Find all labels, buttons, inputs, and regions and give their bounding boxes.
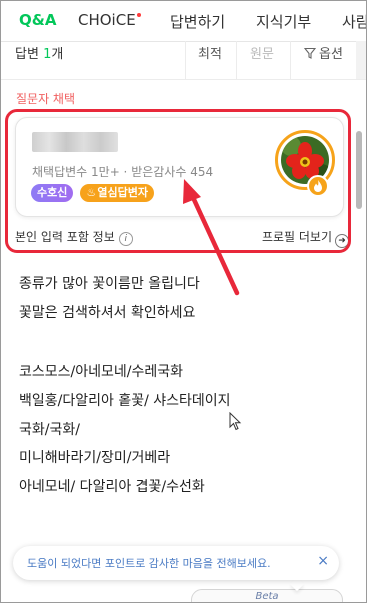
options-label: 옵션 bbox=[319, 47, 343, 62]
mouse-cursor-icon bbox=[229, 412, 242, 431]
annotation-highlight-box bbox=[5, 109, 351, 253]
page: Q&A CHOiCE 답변하기 지식기부 사람 답변 1개 최적 원문 옵션 질… bbox=[0, 0, 367, 603]
beta-tab[interactable]: Beta bbox=[191, 589, 343, 602]
answer-line: 꽃말은 검색하셔서 확인하세요 bbox=[19, 305, 196, 321]
sort-original-button[interactable]: 원문 bbox=[250, 43, 274, 62]
thanks-toast: 도움이 되었다면 포인트로 감사한 마음을 전해보세요. × bbox=[13, 546, 339, 580]
sort-best-button[interactable]: 최적 bbox=[198, 43, 222, 62]
new-dot-icon bbox=[136, 13, 141, 17]
answer-line: 백일홍/다알리아 홑꽃/ 샤스타데이지 bbox=[19, 393, 231, 409]
tab-choice[interactable]: CHOiCE bbox=[78, 11, 141, 29]
options-button[interactable]: 옵션 bbox=[304, 43, 343, 62]
divider bbox=[290, 41, 291, 79]
answer-sort-bar: 답변 1개 최적 원문 옵션 bbox=[1, 41, 366, 80]
tab-answer[interactable]: 답변하기 bbox=[170, 11, 225, 32]
questioner-choice-label: 질문자 채택 bbox=[16, 92, 76, 106]
answer-line: 코스모스/아네모네/수레국화 bbox=[19, 364, 183, 380]
answer-count-suffix: 개 bbox=[51, 47, 64, 62]
answer-line: 종류가 많아 꽃이름만 올립니다 bbox=[19, 276, 200, 292]
tab-choice-label: CHOiCE bbox=[78, 11, 136, 29]
answer-line: 아네모네/ 다알리아 겹꽃/수선화 bbox=[19, 479, 205, 495]
divider bbox=[185, 41, 186, 79]
filter-icon bbox=[304, 47, 316, 59]
tab-qna[interactable]: Q&A bbox=[19, 11, 56, 29]
scrollbar-thumb[interactable] bbox=[356, 131, 362, 209]
answer-line: 미니해바라기/장미/거베라 bbox=[19, 450, 171, 466]
tab-people[interactable]: 사람 bbox=[342, 11, 366, 32]
close-icon[interactable]: × bbox=[317, 553, 329, 569]
scrollbar-track[interactable] bbox=[356, 41, 366, 79]
toast-message[interactable]: 도움이 되었다면 포인트로 감사한 마음을 전해보세요. bbox=[27, 555, 271, 571]
answer-line: 국화/국화/ bbox=[19, 422, 80, 438]
divider bbox=[236, 41, 237, 79]
answer-count-prefix: 답변 bbox=[15, 47, 44, 62]
tab-knowledge-donation[interactable]: 지식기부 bbox=[256, 11, 311, 32]
top-tab-bar: Q&A CHOiCE 답변하기 지식기부 사람 bbox=[1, 1, 366, 42]
answer-count: 답변 1개 bbox=[15, 43, 63, 62]
